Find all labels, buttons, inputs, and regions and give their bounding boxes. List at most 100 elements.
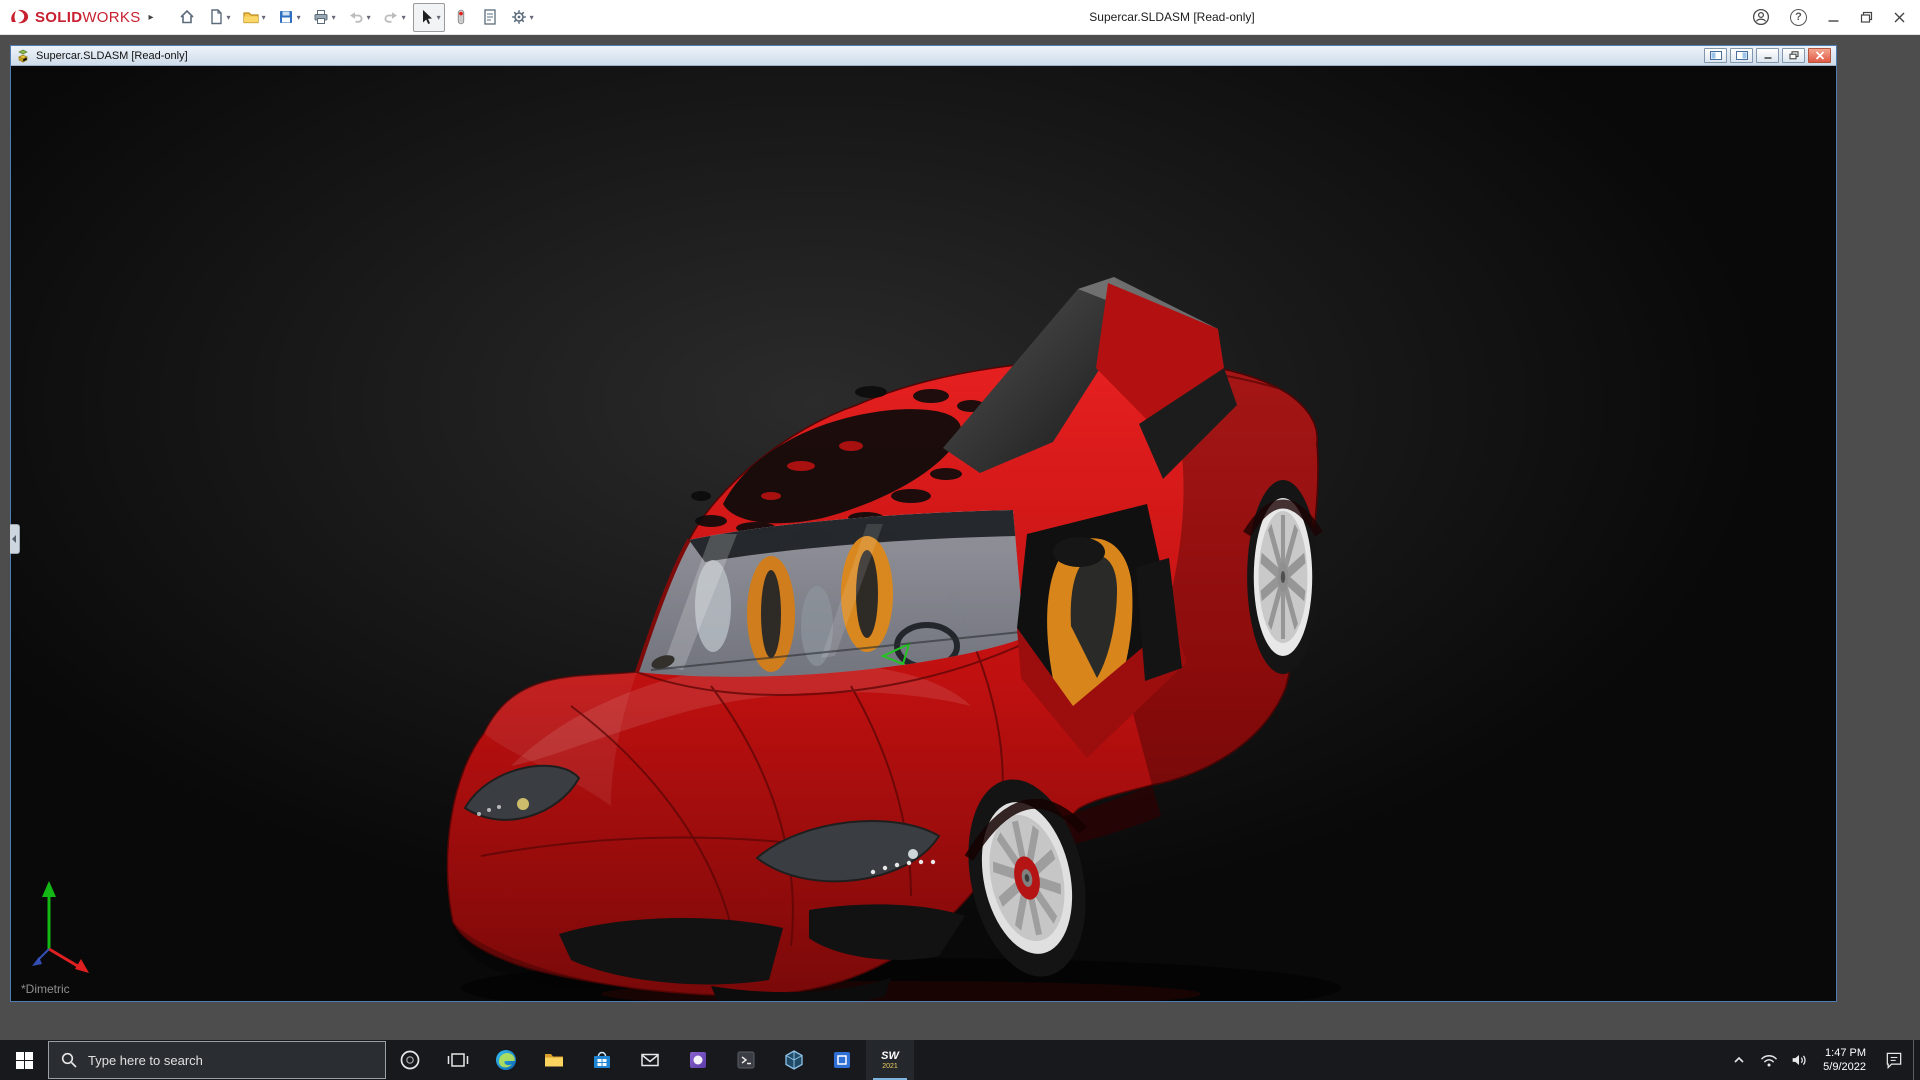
app-title: Supercar.SLDASM [Read-only] xyxy=(1089,10,1254,24)
account-icon[interactable] xyxy=(1752,8,1770,26)
start-button[interactable] xyxy=(0,1040,48,1080)
system-tray: 1:47 PM 5/9/2022 xyxy=(1724,1040,1920,1080)
supercar-3d-model[interactable] xyxy=(11,66,1836,1001)
pane-right-icon xyxy=(1736,51,1748,60)
print-button[interactable]: ▾ xyxy=(308,3,340,32)
rebuild-traffic-light-icon xyxy=(452,8,470,26)
undo-button[interactable]: ▾ xyxy=(343,3,375,32)
taskbar-clock[interactable]: 1:47 PM 5/9/2022 xyxy=(1814,1046,1875,1075)
search-input[interactable] xyxy=(86,1052,340,1069)
clock-date: 5/9/2022 xyxy=(1823,1060,1866,1074)
file-properties-icon xyxy=(481,8,499,26)
network-icon xyxy=(1759,1051,1779,1069)
action-center-button[interactable] xyxy=(1875,1050,1913,1070)
chevron-left-icon xyxy=(12,535,17,543)
chevron-down-icon[interactable]: ▾ xyxy=(437,13,441,22)
close-icon xyxy=(1815,51,1825,60)
help-icon[interactable]: ? xyxy=(1790,9,1807,26)
chevron-down-icon[interactable]: ▾ xyxy=(402,13,406,22)
speaker-icon xyxy=(1789,1050,1809,1070)
open-folder-icon xyxy=(242,8,260,26)
office-app-icon xyxy=(686,1048,710,1072)
network-button[interactable] xyxy=(1754,1051,1784,1069)
taskbar: SW 2021 xyxy=(0,1040,1920,1080)
minimize-icon[interactable] xyxy=(1827,11,1840,24)
desktop: SOLIDWORKS ▸ ▾ ▾ xyxy=(0,0,1920,1080)
solidworks-taskbar-button[interactable]: SW 2021 xyxy=(866,1040,914,1080)
restore-icon[interactable] xyxy=(1860,11,1873,24)
show-desktop-button[interactable] xyxy=(1913,1040,1920,1080)
mail-icon xyxy=(638,1048,662,1072)
select-arrow-icon xyxy=(417,8,435,26)
cortana-icon xyxy=(399,1049,421,1071)
toolbar-flyout-arrow[interactable]: ▸ xyxy=(149,12,154,23)
task-view-button[interactable] xyxy=(434,1040,482,1080)
options-gear-icon xyxy=(510,8,528,26)
blue-app-button[interactable] xyxy=(818,1040,866,1080)
clock-time: 1:47 PM xyxy=(1825,1046,1866,1060)
file-properties-button[interactable] xyxy=(477,3,503,32)
home-button[interactable] xyxy=(174,3,200,32)
dassault-3ds-logo-icon xyxy=(10,9,30,25)
taskbar-search[interactable] xyxy=(48,1041,386,1079)
options-button[interactable]: ▾ xyxy=(506,3,538,32)
office-app-button[interactable] xyxy=(674,1040,722,1080)
open-button[interactable]: ▾ xyxy=(238,3,270,32)
graphics-viewport[interactable]: *Dimetric xyxy=(11,66,1836,1001)
task-view-icon xyxy=(447,1050,469,1070)
cortana-button[interactable] xyxy=(386,1040,434,1080)
document-window: Supercar.SLDASM [Read-only] xyxy=(10,45,1837,1002)
app-titlebar: SOLIDWORKS ▸ ▾ ▾ xyxy=(0,0,1920,35)
orientation-triad[interactable] xyxy=(25,869,115,979)
terminal-app-icon xyxy=(734,1048,758,1072)
notifications-icon xyxy=(1884,1050,1904,1070)
document-minimize-button[interactable] xyxy=(1756,48,1779,63)
edrawings-cube-icon xyxy=(782,1048,806,1072)
file-explorer-button[interactable] xyxy=(530,1040,578,1080)
document-restore-button[interactable] xyxy=(1782,48,1805,63)
save-button[interactable]: ▾ xyxy=(273,3,305,32)
hidden-icons-button[interactable] xyxy=(1724,1052,1754,1068)
solidworks-logo: SOLIDWORKS xyxy=(10,9,141,26)
chevron-down-icon[interactable]: ▾ xyxy=(262,13,266,22)
document-title: Supercar.SLDASM [Read-only] xyxy=(36,50,188,62)
chevron-down-icon[interactable]: ▾ xyxy=(297,13,301,22)
chevron-down-icon[interactable]: ▾ xyxy=(227,13,231,22)
print-icon xyxy=(312,8,330,26)
redo-button[interactable]: ▾ xyxy=(378,3,410,32)
edge-button[interactable] xyxy=(482,1040,530,1080)
select-button[interactable]: ▾ xyxy=(413,3,445,32)
redo-icon xyxy=(382,8,400,26)
panel-collapse-handle[interactable] xyxy=(10,524,20,554)
minimize-icon xyxy=(1763,51,1773,60)
pane-left-button[interactable] xyxy=(1704,48,1727,63)
restore-icon xyxy=(1789,51,1799,60)
solidworks-app-icon: SW 2021 xyxy=(881,1051,899,1070)
view-orientation-label: *Dimetric xyxy=(21,982,70,996)
pane-right-button[interactable] xyxy=(1730,48,1753,63)
windows-logo-icon xyxy=(16,1052,33,1069)
close-icon[interactable] xyxy=(1893,11,1906,24)
blue-app-icon xyxy=(830,1048,854,1072)
pane-left-icon xyxy=(1710,51,1722,60)
store-button[interactable] xyxy=(578,1040,626,1080)
search-icon xyxy=(61,1052,77,1068)
titlebar-controls: ? xyxy=(1752,8,1910,26)
volume-button[interactable] xyxy=(1784,1050,1814,1070)
mail-button[interactable] xyxy=(626,1040,674,1080)
new-document-button[interactable]: ▾ xyxy=(203,3,235,32)
store-icon xyxy=(590,1048,614,1072)
assembly-document-icon xyxy=(16,49,31,63)
chevron-down-icon[interactable]: ▾ xyxy=(332,13,336,22)
quick-access-toolbar: ▾ ▾ ▾ ▾ xyxy=(174,3,538,32)
dark-app-button[interactable] xyxy=(722,1040,770,1080)
document-close-button[interactable] xyxy=(1808,48,1831,63)
file-explorer-icon xyxy=(542,1048,566,1072)
edge-icon xyxy=(494,1048,518,1072)
chevron-down-icon[interactable]: ▾ xyxy=(530,13,534,22)
document-titlebar[interactable]: Supercar.SLDASM [Read-only] xyxy=(11,46,1836,66)
chevron-down-icon[interactable]: ▾ xyxy=(367,13,371,22)
rebuild-button[interactable] xyxy=(448,3,474,32)
save-floppy-icon xyxy=(277,8,295,26)
edrawings-button[interactable] xyxy=(770,1040,818,1080)
